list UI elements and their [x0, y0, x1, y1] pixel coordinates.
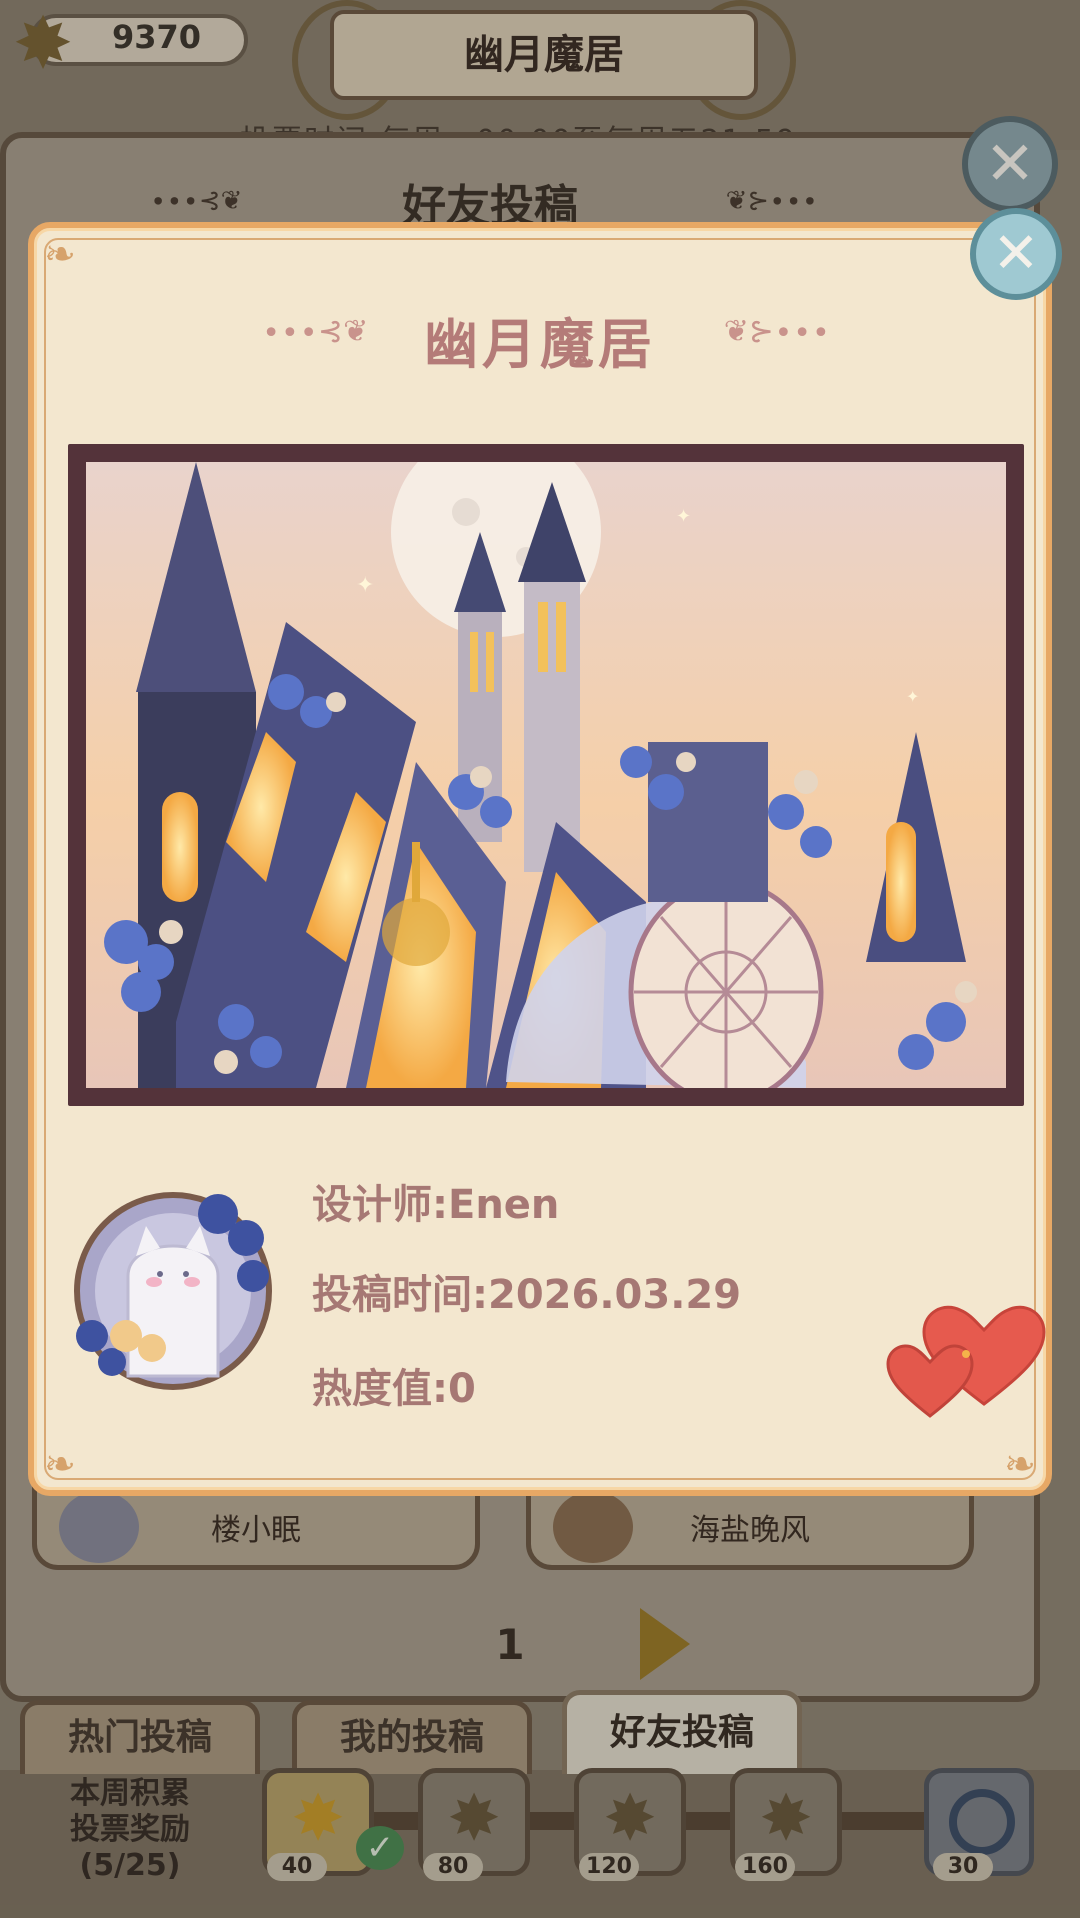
corner-ornament-icon: ❧ — [44, 1442, 76, 1486]
like-hearts-icon[interactable] — [884, 1294, 1054, 1424]
designer-avatar — [74, 1192, 272, 1390]
submit-time-row: 投稿时间:2026.03.29 — [312, 1262, 741, 1320]
corner-ornament-icon: ❧ — [1004, 1442, 1036, 1486]
heat-value: 0 — [448, 1366, 476, 1412]
castle-illustration: ✦ ✦ ✦ — [86, 462, 1006, 1088]
designer-label: 设计师: — [312, 1182, 448, 1228]
submission-detail-modal: ❧ ❧ ❧ ❧ ∙∙∙⊰❦ 幽月魔居 ❦⊱∙∙∙ ✦ — [28, 222, 1052, 1496]
designer-name: Enen — [448, 1182, 560, 1228]
flourish-right-icon: ❦⊱∙∙∙ — [723, 314, 831, 349]
close-modal-button[interactable]: ✕ — [970, 208, 1062, 300]
svg-text:✦: ✦ — [676, 506, 691, 527]
heat-row: 热度值:0 — [312, 1356, 476, 1414]
heat-label: 热度值: — [312, 1366, 448, 1412]
modal-title: 幽月魔居 — [424, 313, 656, 376]
close-icon: ✕ — [992, 221, 1040, 286]
submit-time-label: 投稿时间: — [312, 1272, 488, 1318]
svg-text:✦: ✦ — [356, 573, 374, 598]
designer-row: 设计师:Enen — [312, 1172, 559, 1230]
corner-ornament-icon: ❧ — [44, 232, 76, 276]
submit-time-value: 2026.03.29 — [488, 1272, 742, 1318]
svg-text:✦: ✦ — [906, 687, 919, 706]
design-artwork: ✦ ✦ ✦ — [68, 444, 1024, 1106]
